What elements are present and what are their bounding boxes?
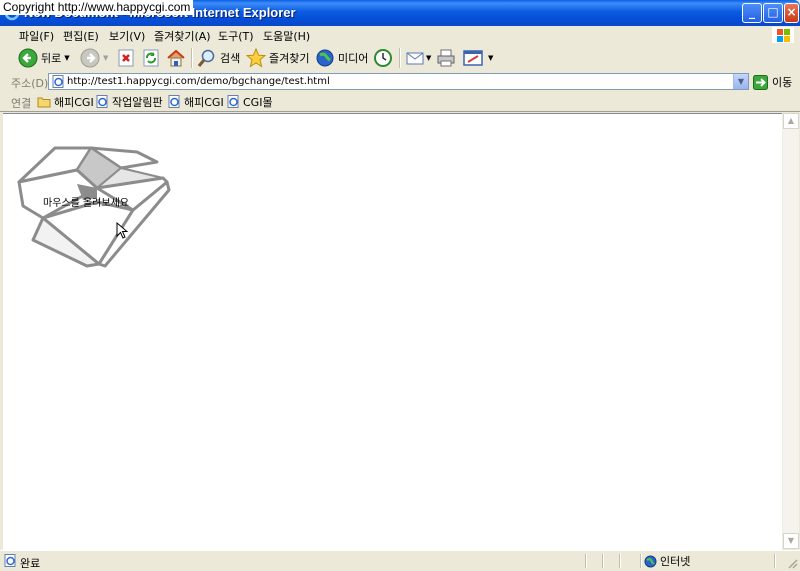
forward-arrow-icon [80, 48, 100, 68]
favorites-button[interactable]: 즐겨찾기 [246, 47, 309, 69]
address-dropdown-icon[interactable]: ▼ [733, 74, 748, 89]
folder-icon [37, 97, 51, 107]
link-label: CGI몰 [243, 95, 273, 109]
go-button[interactable]: 이동 [753, 74, 792, 90]
favorites-label: 즐겨찾기 [269, 52, 310, 65]
mail-dropdown-icon[interactable]: ▼ [426, 54, 431, 62]
menu-edit[interactable]: 편집(E) [63, 28, 99, 44]
toolbar-separator [399, 48, 401, 68]
star-icon [246, 48, 266, 68]
windows-logo-icon [772, 27, 794, 43]
globe-icon [644, 555, 657, 567]
back-label: 뒤로 [41, 52, 62, 65]
search-icon [197, 49, 215, 67]
menu-file[interactable]: 파일(F) [19, 28, 54, 44]
refresh-button[interactable] [142, 47, 160, 69]
resize-grip-icon[interactable] [786, 557, 798, 569]
link-label: 해피CGI [54, 95, 94, 109]
address-bar: 주소(D) http://test1.happycgi.com/demo/bgc… [0, 72, 800, 93]
link-happycgi[interactable]: 해피CGI [168, 93, 224, 110]
minimize-button[interactable]: _ [742, 3, 762, 23]
maximize-button[interactable]: □ [763, 3, 783, 23]
status-text: 완료 [20, 557, 41, 570]
edit-dropdown-icon[interactable]: ▼ [488, 54, 493, 62]
mouse-cursor-icon [116, 222, 128, 239]
ie-window: New Document - Microsoft Internet Explor… [0, 0, 800, 571]
history-button[interactable] [373, 47, 393, 69]
back-arrow-icon [18, 48, 38, 68]
security-zone[interactable]: 인터넷 [644, 553, 690, 569]
ie-page-icon [227, 95, 239, 108]
media-label: 미디어 [338, 52, 369, 65]
print-button[interactable] [436, 47, 456, 69]
menu-bar: 파일(F) 편집(E) 보기(V) 즐겨찾기(A) 도구(T) 도움말(H) [0, 26, 800, 45]
link-job-board[interactable]: 작업알림판 [96, 93, 163, 110]
search-label: 검색 [220, 52, 241, 65]
back-button[interactable]: 뒤로 ▼ [18, 47, 70, 69]
ie-page-icon [168, 95, 180, 108]
scroll-up-icon[interactable]: ▲ [783, 113, 799, 129]
menu-tools[interactable]: 도구(T) [218, 28, 254, 44]
address-url[interactable]: http://test1.happycgi.com/demo/bgchange/… [67, 76, 330, 87]
edit-button[interactable]: ▼ [463, 47, 493, 69]
media-globe-icon [316, 49, 334, 67]
address-input[interactable]: http://test1.happycgi.com/demo/bgchange/… [48, 73, 749, 90]
links-label: 연결 [11, 97, 32, 110]
close-button[interactable]: × [784, 3, 799, 23]
scroll-down-icon[interactable]: ▼ [783, 533, 799, 549]
back-dropdown-icon[interactable]: ▼ [64, 54, 69, 62]
mail-icon [406, 52, 424, 65]
history-icon [374, 49, 392, 67]
zone-label: 인터넷 [660, 555, 691, 568]
stop-button[interactable] [117, 47, 135, 69]
status-separator [602, 554, 604, 568]
link-cgi-mall[interactable]: CGI몰 [227, 93, 273, 110]
go-arrow-icon [753, 74, 768, 90]
home-icon [167, 49, 185, 67]
home-button[interactable] [166, 47, 186, 69]
link-happycgi-folder[interactable]: 해피CGI [37, 93, 94, 110]
refresh-icon [143, 49, 159, 67]
printer-icon [437, 49, 455, 67]
ie-page-icon [96, 95, 108, 108]
toolbar-separator [191, 48, 193, 68]
status-separator [619, 554, 621, 568]
forward-dropdown-icon[interactable]: ▼ [103, 54, 108, 62]
ie-page-icon [52, 75, 64, 88]
mail-button[interactable]: ▼ [405, 47, 431, 69]
status-bar: 완료 인터넷 [0, 550, 800, 571]
forward-button[interactable]: ▼ [80, 47, 108, 69]
ie-page-icon [4, 554, 16, 567]
status-separator [774, 554, 776, 568]
menu-favorites[interactable]: 즐겨찾기(A) [154, 28, 211, 44]
links-bar: 연결 해피CGI 작업알림판 해피CGI CGI몰 [0, 92, 800, 112]
media-button[interactable]: 미디어 [315, 47, 368, 69]
link-label: 해피CGI [184, 95, 224, 109]
link-label: 작업알림판 [112, 95, 163, 109]
vertical-scrollbar[interactable]: ▲ ▼ [782, 113, 799, 549]
go-label: 이동 [772, 76, 793, 89]
hover-prompt-text: 마우스를 올려보세요 [43, 198, 129, 209]
menu-view[interactable]: 보기(V) [109, 28, 145, 44]
search-button[interactable]: 검색 [197, 47, 240, 69]
copyright-watermark: Copyright http://www.happycgi.com [0, 0, 194, 15]
stop-icon [118, 49, 134, 67]
menu-help[interactable]: 도움말(H) [263, 28, 310, 44]
status-separator [585, 554, 587, 568]
standard-toolbar: 뒤로 ▼ ▼ 검색 즐겨찾기 미디어 ▼ ▼ [0, 44, 800, 73]
page-content: 마우스를 올려보세요 [3, 113, 782, 550]
address-label: 주소(D) [11, 77, 49, 90]
status-separator [640, 554, 642, 568]
edit-page-icon [463, 50, 483, 66]
